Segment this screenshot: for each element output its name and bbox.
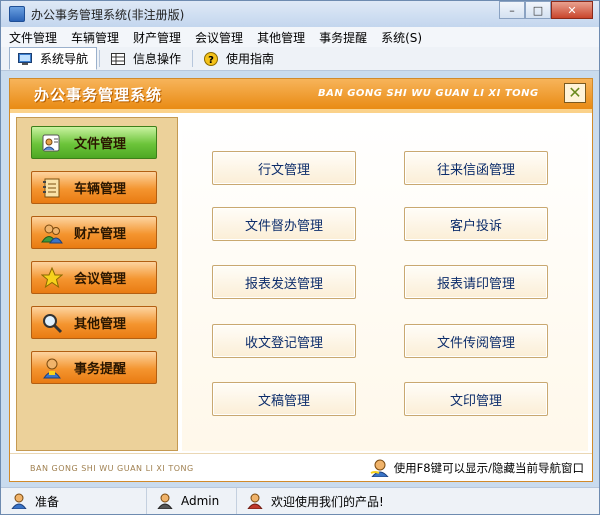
- header-divider: [10, 109, 592, 113]
- btn-manuscript[interactable]: 文稿管理: [212, 382, 356, 416]
- menu-system[interactable]: 系统(S): [381, 29, 422, 46]
- menu-other[interactable]: 其他管理: [257, 29, 305, 46]
- nav-affairs-reminder[interactable]: 事务提醒: [31, 351, 157, 384]
- status-message-cell: 欢迎使用我们的产品!: [237, 488, 384, 514]
- panel-close-icon[interactable]: ✕: [564, 83, 586, 103]
- admin-icon: [157, 493, 173, 509]
- title-bar[interactable]: 办公事务管理系统(非注册版) – □ ✕: [1, 1, 599, 27]
- tab-label: 信息操作: [133, 52, 182, 66]
- window-title: 办公事务管理系统(非注册版): [31, 8, 185, 22]
- toolbar-separator: [99, 50, 101, 67]
- menu-reminder[interactable]: 事务提醒: [319, 29, 367, 46]
- svg-text:?: ?: [208, 55, 214, 66]
- reminder-user-icon: [40, 356, 64, 380]
- nav-label: 文件管理: [74, 137, 127, 152]
- nav-label: 其他管理: [74, 317, 127, 332]
- f8-hint: 使用F8键可以显示/隐藏当前导航窗口: [370, 459, 584, 477]
- minimize-button[interactable]: –: [499, 1, 525, 19]
- panel-header: 办公事务管理系统 BAN GONG SHI WU GUAN LI XI TONG…: [10, 79, 592, 109]
- navigation-panel: 办公事务管理系统 BAN GONG SHI WU GUAN LI XI TONG…: [9, 78, 593, 482]
- notebook-icon: [40, 176, 64, 200]
- nav-meeting-management[interactable]: 会议管理: [31, 261, 157, 294]
- status-bar: 准备 Admin 欢迎使用我们的产品!: [1, 487, 599, 514]
- grid-icon: [111, 52, 126, 65]
- btn-printing[interactable]: 文印管理: [404, 382, 548, 416]
- status-user-cell: Admin: [147, 488, 237, 514]
- nav-label: 车辆管理: [74, 182, 127, 197]
- toolbar-separator: [192, 50, 194, 67]
- tab-label: 系统导航: [40, 52, 89, 66]
- menu-bar: 文件管理 车辆管理 财产管理 会议管理 其他管理 事务提醒 系统(S): [1, 27, 599, 47]
- btn-correspondence[interactable]: 往来信函管理: [404, 151, 548, 185]
- status-state-cell: 准备: [1, 488, 147, 514]
- btn-report-print-request[interactable]: 报表请印管理: [404, 265, 548, 299]
- btn-customer-complaint[interactable]: 客户投诉: [404, 207, 548, 241]
- nav-vehicle-management[interactable]: 车辆管理: [31, 171, 157, 204]
- status-state: 准备: [35, 494, 60, 509]
- btn-incoming-registration[interactable]: 收文登记管理: [212, 324, 356, 358]
- tab-system-navigation[interactable]: 系统导航: [9, 47, 98, 70]
- nav-file-management[interactable]: 文件管理: [31, 126, 157, 159]
- status-user: Admin: [181, 494, 220, 508]
- toolbar: 系统导航 信息操作 ? 使用指南: [1, 47, 599, 71]
- star-icon: [40, 266, 64, 290]
- tab-information-operations[interactable]: 信息操作: [102, 47, 190, 70]
- tab-label: 使用指南: [226, 52, 275, 66]
- monitor-icon: [18, 52, 32, 65]
- panel-pinyin-title: BAN GONG SHI WU GUAN LI XI TONG: [318, 88, 539, 99]
- sidebar: 文件管理 车辆管理 财产管理 会议管理 其他管理 事务提醒: [16, 117, 178, 451]
- assistant-icon: [370, 459, 389, 477]
- nav-label: 事务提醒: [74, 362, 127, 377]
- nav-label: 财产管理: [74, 227, 127, 242]
- tab-user-guide[interactable]: ? 使用指南: [195, 47, 283, 70]
- welcome-icon: [247, 493, 263, 509]
- nav-other-management[interactable]: 其他管理: [31, 306, 157, 339]
- app-window: 办公事务管理系统(非注册版) – □ ✕ 文件管理 车辆管理 财产管理 会议管理…: [0, 0, 600, 515]
- footer-pinyin: BAN GONG SHI WU GUAN LI XI TONG: [30, 464, 194, 473]
- btn-report-sending[interactable]: 报表发送管理: [212, 265, 356, 299]
- window-controls: – □ ✕: [499, 1, 593, 19]
- close-button[interactable]: ✕: [551, 1, 593, 19]
- document-user-icon: [40, 131, 64, 155]
- btn-document-circulation[interactable]: 文件传阅管理: [404, 324, 548, 358]
- maximize-button[interactable]: □: [525, 1, 551, 19]
- menu-vehicle[interactable]: 车辆管理: [71, 29, 119, 46]
- menu-property[interactable]: 财产管理: [133, 29, 181, 46]
- status-message: 欢迎使用我们的产品!: [271, 494, 384, 509]
- magnifier-icon: [40, 311, 64, 335]
- menu-file[interactable]: 文件管理: [9, 29, 57, 46]
- panel-title: 办公事务管理系统: [34, 86, 163, 104]
- btn-supervision[interactable]: 文件督办管理: [212, 207, 356, 241]
- hint-text: 使用F8键可以显示/隐藏当前导航窗口: [393, 461, 584, 475]
- nav-property-management[interactable]: 财产管理: [31, 216, 157, 249]
- menu-meeting[interactable]: 会议管理: [195, 29, 243, 46]
- nav-label: 会议管理: [74, 272, 127, 287]
- panel-footer: BAN GONG SHI WU GUAN LI XI TONG 使用F8键可以显…: [10, 453, 592, 481]
- help-icon: ?: [204, 51, 219, 66]
- app-icon: [9, 6, 25, 22]
- btn-official-document[interactable]: 行文管理: [212, 151, 356, 185]
- user-status-icon: [11, 493, 27, 509]
- function-area: 行文管理 往来信函管理 文件督办管理 客户投诉 报表发送管理 报表请印管理 收文…: [182, 117, 588, 451]
- people-icon: [40, 221, 64, 245]
